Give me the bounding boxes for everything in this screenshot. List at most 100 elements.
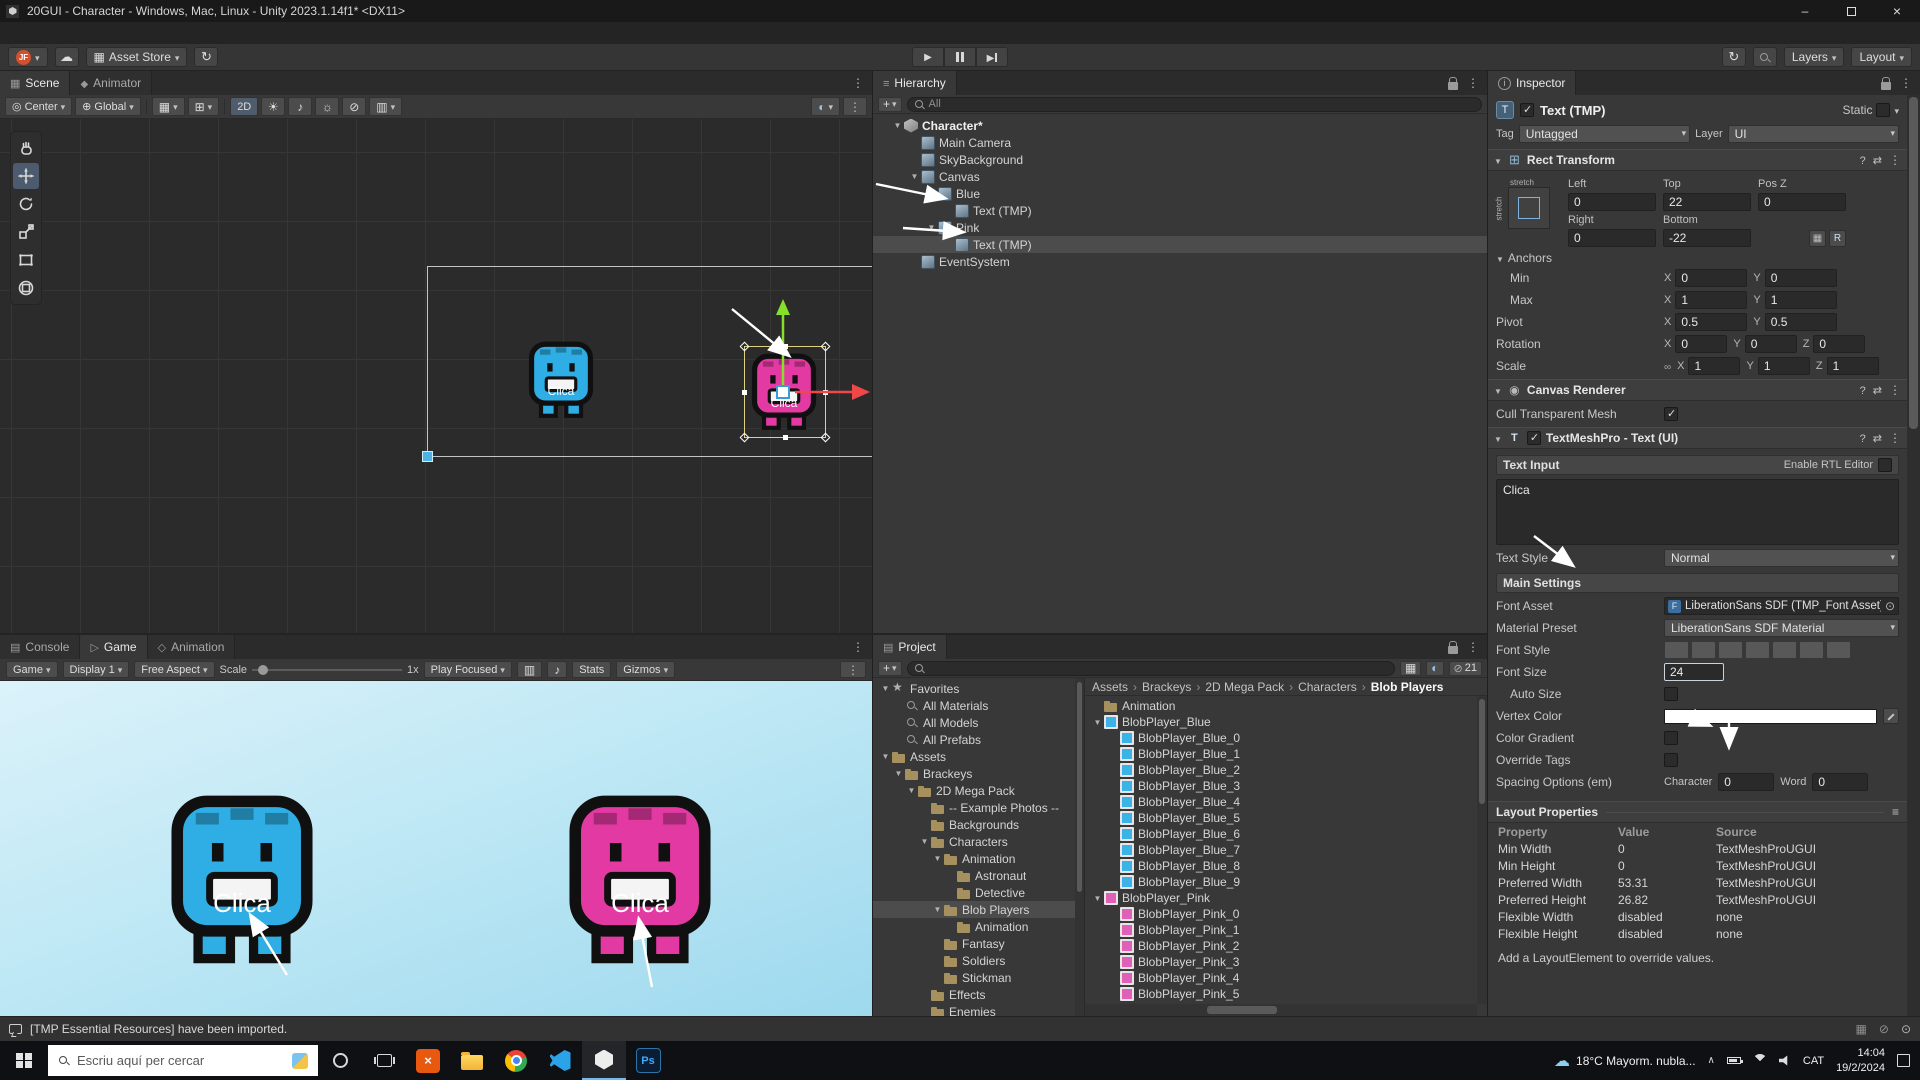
material-preset-dropdown[interactable]: LiberationSans SDF Material — [1664, 619, 1899, 637]
foldout-icon[interactable]: ▼ — [892, 769, 905, 778]
hierarchy-search-input[interactable]: All — [907, 97, 1482, 112]
project-folder-item[interactable]: Animation — [873, 918, 1084, 935]
breadcrumb-item[interactable]: Blob Players — [1371, 680, 1446, 694]
photoshop-button[interactable] — [626, 1041, 670, 1080]
component-enabled-checkbox[interactable] — [1527, 431, 1541, 445]
hierarchy-item[interactable]: Text (TMP) — [873, 202, 1487, 219]
foldout-icon[interactable]: ▼ — [1091, 894, 1104, 903]
maximize-button[interactable] — [1828, 0, 1874, 22]
overlays-dropdown[interactable] — [811, 97, 840, 116]
project-file[interactable]: BlobPlayer_Pink_2 — [1085, 938, 1477, 954]
font-style-button[interactable] — [1691, 641, 1716, 659]
hierarchy-item[interactable]: ▼ Character* — [873, 117, 1487, 134]
chrome-button[interactable] — [494, 1041, 538, 1080]
active-checkbox[interactable] — [1520, 103, 1534, 117]
scale-z-field[interactable]: 1 — [1827, 357, 1879, 375]
cortana-button[interactable] — [318, 1041, 362, 1080]
status-message[interactable]: [TMP Essential Resources] have been impo… — [30, 1022, 287, 1036]
inspector-scrollbar[interactable] — [1907, 95, 1920, 1016]
tab-scene[interactable]: Scene — [0, 71, 70, 95]
rect-handle[interactable] — [823, 390, 828, 395]
foldout-icon[interactable]: ▼ — [908, 172, 921, 181]
scale-slider-knob[interactable] — [258, 665, 268, 675]
gizmos-dropdown[interactable]: Gizmos — [616, 661, 675, 678]
tab-console[interactable]: Console — [0, 635, 80, 659]
foldout-icon[interactable]: ▼ — [925, 189, 938, 198]
project-file[interactable]: BlobPlayer_Blue_1 — [1085, 746, 1477, 762]
rotation-x-field[interactable]: 0 — [1675, 335, 1727, 353]
foldout-icon[interactable]: ▼ — [925, 223, 938, 232]
anchor-min-y-field[interactable]: 0 — [1765, 269, 1837, 287]
rect-transform-header[interactable]: Rect Transform — [1488, 149, 1907, 171]
hierarchy-item[interactable]: Main Camera — [873, 134, 1487, 151]
layout-properties-header[interactable]: Layout Properties — [1488, 801, 1907, 823]
bottom-field[interactable]: -22 — [1663, 229, 1751, 247]
right-field[interactable]: 0 — [1568, 229, 1656, 247]
color-gradient-checkbox[interactable] — [1664, 731, 1678, 745]
hidden-objects-toggle[interactable] — [342, 97, 366, 116]
font-style-button[interactable] — [1664, 641, 1689, 659]
kebab-menu-icon[interactable] — [843, 97, 867, 116]
search-by-label-button[interactable] — [1426, 661, 1443, 676]
status-icon-c[interactable] — [1901, 1022, 1911, 1036]
weather-widget[interactable]: 18°C Mayorm. nubla... — [1554, 1051, 1696, 1071]
project-folder-item[interactable]: Stickman — [873, 969, 1084, 986]
tray-expand-icon[interactable] — [1708, 1055, 1715, 1066]
presets-icon[interactable] — [1873, 431, 1882, 445]
foldout-icon[interactable] — [1494, 383, 1502, 397]
scale-y-field[interactable]: 1 — [1758, 357, 1810, 375]
font-style-button[interactable] — [1826, 641, 1851, 659]
hierarchy-item[interactable]: ▼ Pink — [873, 219, 1487, 236]
font-style-button[interactable] — [1718, 641, 1743, 659]
eyedropper-icon[interactable] — [1883, 708, 1899, 724]
kebab-menu-icon[interactable] — [1889, 383, 1901, 397]
screenshot-button[interactable] — [517, 661, 542, 678]
stats-toggle[interactable]: Stats — [572, 661, 611, 678]
layer-dropdown[interactable]: UI — [1728, 125, 1899, 143]
project-tree-scrollbar[interactable] — [1075, 678, 1084, 1016]
project-folder-item[interactable]: All Prefabs — [873, 731, 1084, 748]
layers-dropdown[interactable]: Layers — [1784, 47, 1845, 67]
scrollbar-thumb[interactable] — [1479, 699, 1485, 804]
project-file[interactable]: BlobPlayer_Blue_9 — [1085, 874, 1477, 890]
project-folder-item[interactable]: All Materials — [873, 697, 1084, 714]
game-viewport[interactable]: Clica Clica — [0, 681, 872, 1016]
project-folder-item[interactable]: ▼ Blob Players — [873, 901, 1084, 918]
word-spacing-field[interactable]: 0 — [1812, 773, 1868, 791]
rect-handle[interactable] — [742, 390, 747, 395]
taskbar-app-orange[interactable] — [406, 1041, 450, 1080]
raw-edit-mode-button[interactable]: R — [1829, 230, 1846, 247]
project-search-input[interactable] — [907, 661, 1395, 676]
scrollbar-thumb[interactable] — [1207, 1006, 1278, 1014]
rect-handle[interactable] — [783, 344, 788, 349]
kebab-menu-icon[interactable] — [1467, 76, 1479, 90]
kebab-menu-icon[interactable] — [1889, 431, 1901, 445]
project-folder-item[interactable]: ▼ 2D Mega Pack — [873, 782, 1084, 799]
snap-settings-dropdown[interactable] — [188, 97, 220, 116]
font-asset-field[interactable]: LiberationSans SDF (TMP_Font Asset) — [1664, 597, 1899, 615]
top-field[interactable]: 22 — [1663, 193, 1751, 211]
layout-dropdown[interactable]: Layout — [1851, 47, 1912, 67]
aspect-dropdown[interactable]: Free Aspect — [134, 661, 214, 678]
vertex-color-field[interactable] — [1664, 709, 1877, 724]
scene-audio-toggle[interactable] — [288, 97, 312, 116]
project-folder-item[interactable]: ▼ Assets — [873, 748, 1084, 765]
kebab-menu-icon[interactable] — [852, 640, 864, 654]
project-file[interactable]: BlobPlayer_Pink_1 — [1085, 922, 1477, 938]
anchor-presets-button[interactable]: stretch stretch — [1496, 178, 1556, 247]
project-file[interactable]: BlobPlayer_Blue_8 — [1085, 858, 1477, 874]
project-file[interactable]: BlobPlayer_Blue_5 — [1085, 810, 1477, 826]
rotate-tool-button[interactable] — [13, 191, 39, 217]
project-folder-item[interactable]: Backgrounds — [873, 816, 1084, 833]
asset-store-button[interactable]: Asset Store — [86, 47, 188, 67]
task-view-button[interactable] — [362, 1041, 406, 1080]
character-spacing-field[interactable]: 0 — [1718, 773, 1774, 791]
breadcrumb-item[interactable]: 2D Mega Pack — [1205, 680, 1296, 694]
scale-slider[interactable] — [252, 669, 402, 671]
play-button[interactable] — [912, 47, 944, 67]
project-file[interactable]: ▼ BlobPlayer_Blue — [1085, 714, 1477, 730]
file-explorer-button[interactable] — [450, 1041, 494, 1080]
foldout-icon[interactable]: ▼ — [879, 752, 892, 761]
create-object-button[interactable] — [878, 97, 902, 112]
rotation-y-field[interactable]: 0 — [1745, 335, 1797, 353]
